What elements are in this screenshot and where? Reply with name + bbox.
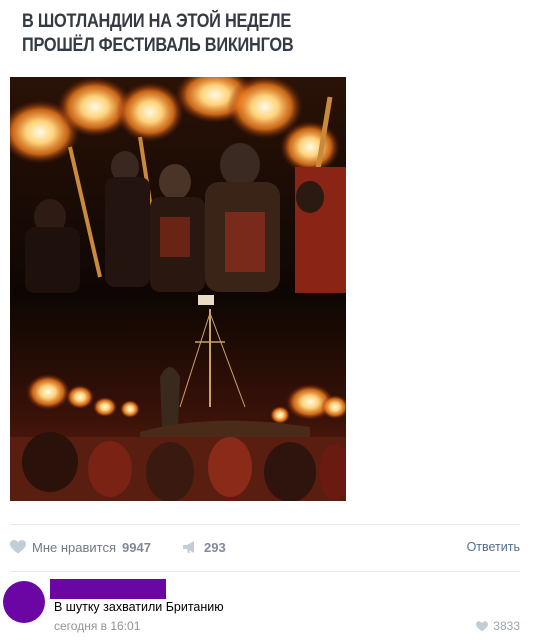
- comment-author-name[interactable]: [50, 579, 166, 599]
- megaphone-icon: [183, 541, 194, 553]
- comment-item: В шутку захватили Британию сегодня в 16:…: [0, 572, 536, 640]
- post-photo[interactable]: [10, 77, 346, 501]
- like-button[interactable]: Мне нравится 9947: [10, 536, 151, 558]
- comment-text: В шутку захватили Британию: [54, 600, 224, 614]
- actions-top-divider: [10, 524, 520, 525]
- avatar[interactable]: [3, 581, 45, 623]
- like-label: Мне нравится: [32, 539, 117, 555]
- post-headline: В ШОТЛАНДИИ НА ЭТОЙ НЕДЕЛЕ ПРОШЁЛ ФЕСТИВ…: [22, 10, 314, 58]
- share-count: 293: [204, 539, 226, 555]
- like-count: 9947: [122, 539, 151, 555]
- post-actions: Мне нравится 9947 293 Ответить: [10, 536, 520, 558]
- heart-icon: [476, 620, 489, 631]
- headline-line-2: ПРОШЁЛ ФЕСТИВАЛЬ ВИКИНГОВ: [22, 35, 294, 56]
- share-button[interactable]: 293: [182, 536, 226, 558]
- reply-button[interactable]: Ответить: [467, 536, 520, 558]
- viking-festival-image: [10, 77, 346, 501]
- heart-icon: [10, 540, 26, 554]
- comment-like-count: 3833: [493, 619, 520, 633]
- comment-timestamp[interactable]: сегодня в 16:01: [54, 619, 140, 633]
- comment-like-button[interactable]: 3833: [476, 619, 520, 633]
- headline-line-1: В ШОТЛАНДИИ НА ЭТОЙ НЕДЕЛЕ: [22, 11, 292, 32]
